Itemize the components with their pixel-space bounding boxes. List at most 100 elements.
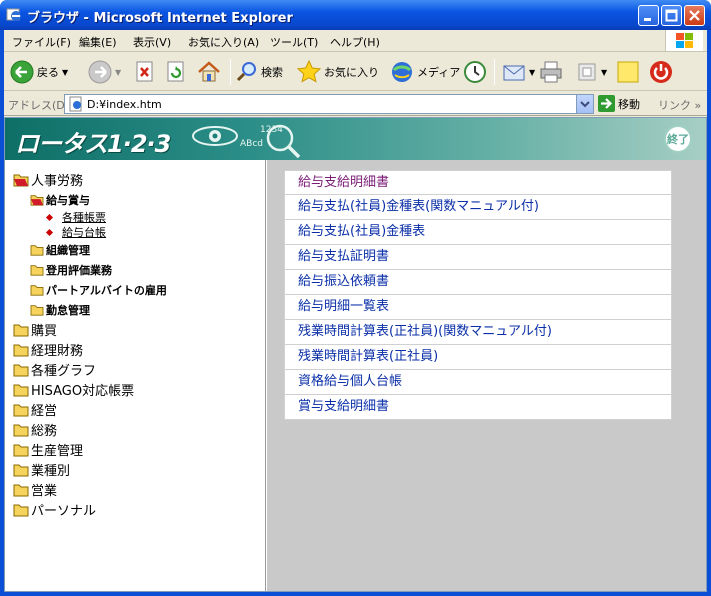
tree-label: 総務 [31,424,58,439]
menu-file[interactable]: ファイル(F) [12,34,71,50]
folder-icon [13,384,29,396]
toolbar: 戻る ▼ ▼ 検索 お気に入り メディア ▼ ▼ [4,53,707,91]
tree-item-konyu[interactable]: 購買 [13,320,57,339]
report-link[interactable]: 残業時間計算表(正社員) [284,345,672,370]
printer-icon [540,61,562,83]
tree-item-seisan[interactable]: 生産管理 [13,440,83,459]
forward-arrow-icon [88,60,112,84]
back-button[interactable]: 戻る ▼ [10,60,68,84]
ie-icon [6,8,21,21]
tree-item-gyoshu[interactable]: 業種別 [13,460,70,479]
edit-button[interactable]: ▼ [576,60,607,84]
tree-item-kintai[interactable]: 勤怠管理 [30,302,90,318]
stop-icon [136,61,153,82]
svg-text:ABcd: ABcd [240,139,263,149]
chevron-down-icon[interactable]: ▼ [601,68,607,77]
folder-icon [13,504,29,516]
favorites-button[interactable]: お気に入り [297,60,379,84]
banner-title: ロータス1·2·3 [15,130,171,158]
tree-label: パーソナル [31,504,97,519]
links-label[interactable]: リンク » [658,97,701,113]
tree-item-keiri[interactable]: 経理財務 [13,340,83,359]
mail-icon [503,65,525,81]
tree-item-hisago[interactable]: HISAGO対応帳票 [13,380,134,399]
navigation-tree: 人事労務 給与賞与 各種帳票 給与台帳 組織管理 登用評価業務 パートアルバイト… [5,160,266,591]
tree-label: 給与賞与 [46,194,90,207]
tree-link[interactable]: 給与台帳 [62,224,106,240]
page-content: ロータス1·2·3 ABcd 1234 終了 人事労務 給与賞与 各種帳票 給与… [4,117,707,592]
report-link[interactable]: 資格給与個人台帳 [284,370,672,395]
media-icon [392,62,412,82]
refresh-button[interactable] [166,60,186,84]
address-input[interactable]: D:¥index.htm [64,94,594,114]
chevron-down-icon[interactable]: ▼ [115,68,121,77]
print-button[interactable] [539,60,563,84]
tree-link[interactable]: 各種帳票 [62,209,106,225]
open-folder-icon [30,195,44,206]
tree-item-keiei[interactable]: 経営 [13,400,57,419]
address-dropdown-button[interactable] [576,95,593,113]
tree-item-kyuyo[interactable]: 給与賞与 [30,192,90,208]
chevron-down-icon[interactable]: ▼ [62,68,68,77]
tree-item-jinji[interactable]: 人事労務 [13,170,83,189]
report-link[interactable]: 賞与支給明細書 [284,395,672,420]
search-button[interactable]: 検索 [236,60,283,84]
report-link[interactable]: 給与明細一覧表 [284,295,672,320]
stop-button[interactable] [135,60,155,84]
menu-help[interactable]: ヘルプ(H) [330,34,380,50]
back-arrow-icon [10,60,34,84]
forward-button[interactable]: ▼ [88,60,121,84]
tree-item-graph[interactable]: 各種グラフ [13,360,96,379]
chevron-down-icon[interactable]: ▼ [529,68,535,77]
tree-item-part[interactable]: パートアルバイトの雇用 [30,282,167,298]
menu-favorites[interactable]: お気に入り(A) [188,34,259,50]
go-arrow-icon [598,95,615,112]
notes-button[interactable] [616,60,640,84]
maximize-button[interactable] [661,5,682,26]
media-button[interactable]: メディア [390,60,460,84]
tree-label: 勤怠管理 [46,304,90,317]
report-link[interactable]: 給与支払証明書 [284,245,672,270]
tree-label: 経理財務 [31,344,84,359]
end-button[interactable]: 終了 [664,125,692,153]
history-icon [464,61,486,83]
media-label: メディア [417,66,461,79]
address-bar: アドレス(D) D:¥index.htm 移動 リンク » [4,92,707,116]
folder-icon [30,245,44,256]
minimize-button[interactable] [638,5,659,26]
menu-view[interactable]: 表示(V) [133,34,171,50]
tree-item-somu[interactable]: 総務 [13,420,57,439]
note-icon [617,61,639,83]
report-link[interactable]: 残業時間計算表(正社員)(関数マニュアル付) [284,320,672,345]
menu-tools[interactable]: ツール(T) [270,34,318,50]
mail-button[interactable]: ▼ [502,60,535,84]
tree-label: 人事労務 [31,174,84,189]
report-link[interactable]: 給与支払(社員)金種表(関数マニュアル付) [284,195,672,220]
tree-item-eigyo[interactable]: 営業 [13,480,57,499]
tree-item-soshiki[interactable]: 組織管理 [30,242,90,258]
tree-item-kakushu-chohyo[interactable]: 各種帳票 [45,209,106,225]
folder-icon [13,344,29,356]
browser-frame: ファイル(F) 編集(E) 表示(V) お気に入り(A) ツール(T) ヘルプ(… [4,30,707,592]
bullet-icon [45,213,54,221]
tree-label: 生産管理 [31,444,84,459]
folder-icon [30,305,44,316]
report-link[interactable]: 給与支給明細書 [284,170,672,195]
history-button[interactable] [463,60,487,84]
report-link[interactable]: 給与支払(社員)金種表 [284,220,672,245]
report-list: 給与支給明細書 給与支払(社員)金種表(関数マニュアル付) 給与支払(社員)金種… [284,170,672,420]
report-link[interactable]: 給与振込依頼書 [284,270,672,295]
go-button[interactable]: 移動 [598,95,640,112]
tree-item-toyo[interactable]: 登用評価業務 [30,262,112,278]
page-icon [69,96,82,112]
close-button[interactable] [684,5,705,26]
tree-item-kyuyo-daicho[interactable]: 給与台帳 [45,224,106,240]
toolbar-separator [494,59,495,85]
folder-icon [30,285,44,296]
folder-icon [13,444,29,456]
menu-edit[interactable]: 編集(E) [79,34,117,50]
minimize-icon [644,18,651,21]
messenger-button[interactable] [649,60,673,84]
tree-item-personal[interactable]: パーソナル [13,500,96,519]
home-button[interactable] [197,60,221,84]
